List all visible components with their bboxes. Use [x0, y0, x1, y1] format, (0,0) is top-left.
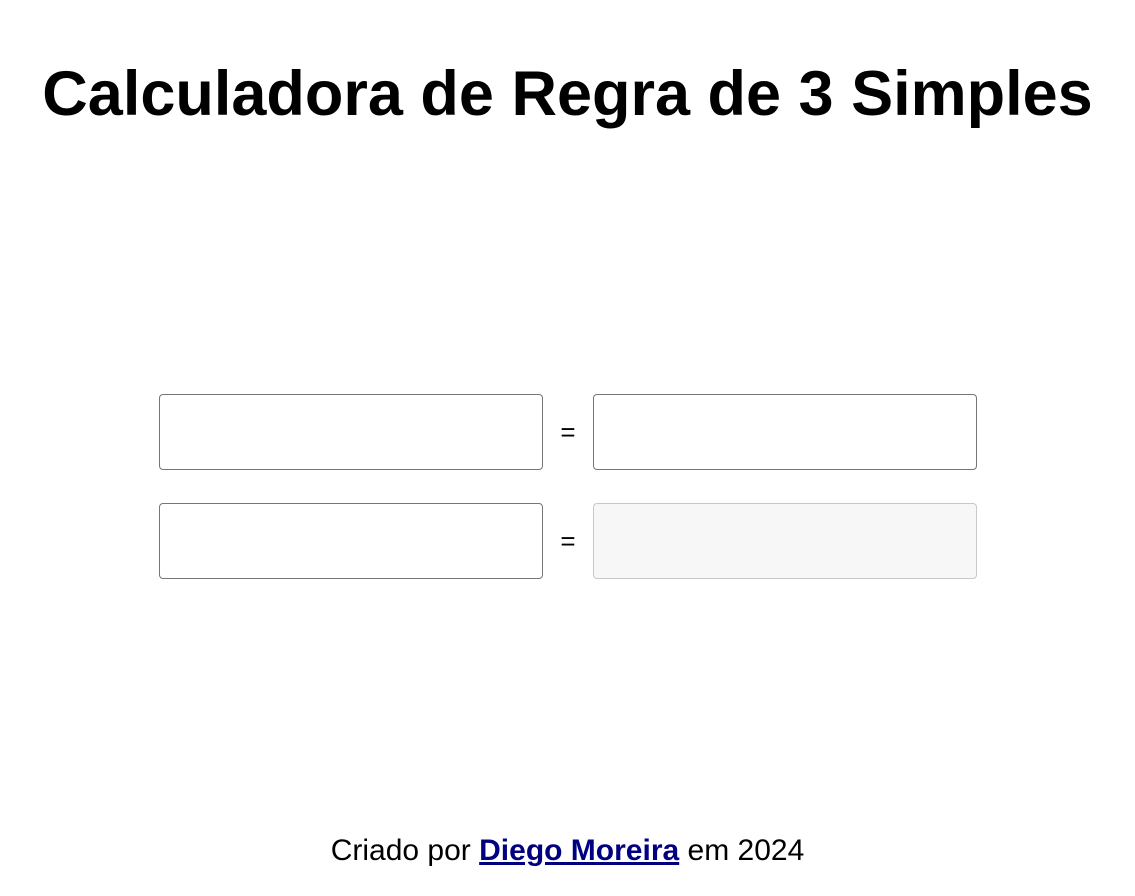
page: Calculadora de Regra de 3 Simples = = Cr…: [0, 0, 1135, 896]
footer-prefix: Criado por: [330, 834, 471, 867]
footer: Criado por Diego Moreira em 2024: [0, 831, 1135, 871]
author-link[interactable]: Diego Moreira: [479, 834, 679, 867]
value-a-input[interactable]: [159, 394, 543, 470]
proportion-row-1: =: [159, 394, 977, 470]
rule-of-three-form: = =: [159, 394, 977, 612]
value-c-input[interactable]: [159, 503, 543, 579]
footer-suffix: em 2024: [687, 834, 805, 867]
equals-sign: =: [560, 526, 576, 556]
page-title: Calculadora de Regra de 3 Simples: [42, 59, 1093, 129]
proportion-row-2: =: [159, 503, 977, 579]
equals-sign: =: [560, 417, 576, 447]
value-b-input[interactable]: [593, 394, 977, 470]
result-output: [593, 503, 977, 579]
